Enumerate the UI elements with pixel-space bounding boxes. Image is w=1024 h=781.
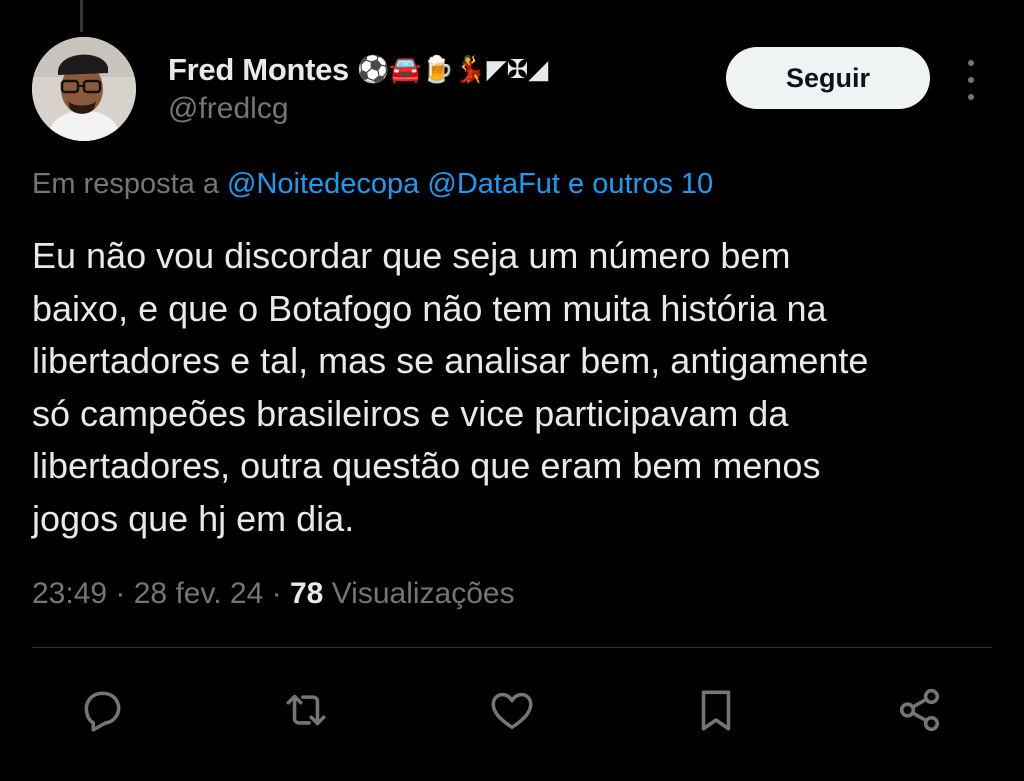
- like-icon: [491, 692, 533, 730]
- tweet-line: Eu não vou discordar que seja um número …: [32, 235, 791, 276]
- bookmark-button[interactable]: [688, 682, 744, 738]
- more-dot: [968, 94, 974, 100]
- meta-separator: ·: [107, 577, 134, 610]
- follow-button[interactable]: Seguir: [726, 47, 930, 109]
- tweet-date[interactable]: 28 fev. 24: [134, 577, 264, 610]
- mention-noitedecopa[interactable]: @Noitedecopa: [227, 168, 419, 200]
- avatar[interactable]: [32, 37, 136, 141]
- author-handle[interactable]: @fredlcg: [168, 92, 289, 126]
- tweet-time[interactable]: 23:49: [32, 577, 107, 610]
- tweet-line: jogos que hj em dia.: [32, 497, 355, 539]
- more-options-icon[interactable]: [958, 60, 984, 100]
- tweet-line: só campeões brasileiros e vice participa…: [32, 392, 789, 434]
- reply-context: Em resposta a @Noitedecopa @DataFut e ou…: [32, 168, 713, 201]
- tweet-line: libertadores e tal, mas se analisar bem,…: [32, 340, 869, 381]
- thread-connector-line: [80, 0, 83, 32]
- tweet-text: Eu não vou discordar que seja um número …: [32, 230, 1004, 545]
- retweet-button[interactable]: [278, 682, 334, 738]
- author-name-emojis: ⚽🚘🍺💃◤✠◢: [357, 55, 549, 85]
- action-bar: [0, 682, 1024, 742]
- bookmark-icon: [701, 690, 731, 731]
- like-button[interactable]: [484, 682, 540, 738]
- tweet-meta: 23:49 · 28 fev. 24 · 78 Visualizações: [32, 577, 515, 611]
- reply-icon: [84, 691, 121, 732]
- tweet-line: baixo, e que o Botafogo não tem muita hi…: [32, 287, 827, 329]
- more-dot: [968, 77, 974, 83]
- views-label[interactable]: Visualizações: [332, 577, 515, 610]
- meta-separator: ·: [263, 577, 290, 610]
- author-display-name[interactable]: Fred Montes: [168, 52, 349, 88]
- more-dot: [968, 60, 974, 66]
- divider: [32, 647, 992, 648]
- tweet-line: libertadores, outra questão que eram bem…: [32, 445, 821, 486]
- views-count[interactable]: 78: [290, 577, 323, 610]
- mention-datafut[interactable]: @DataFut: [427, 168, 560, 200]
- retweet-icon: [286, 694, 326, 726]
- reply-others-link[interactable]: e outros 10: [568, 168, 713, 200]
- share-button[interactable]: [892, 682, 948, 738]
- avatar-photo: [32, 37, 136, 141]
- share-icon: [899, 688, 940, 732]
- reply-button[interactable]: [74, 682, 130, 738]
- author-name-row[interactable]: Fred Montes ⚽🚘🍺💃◤✠◢: [168, 48, 548, 92]
- reply-context-prefix: Em resposta a: [32, 168, 228, 200]
